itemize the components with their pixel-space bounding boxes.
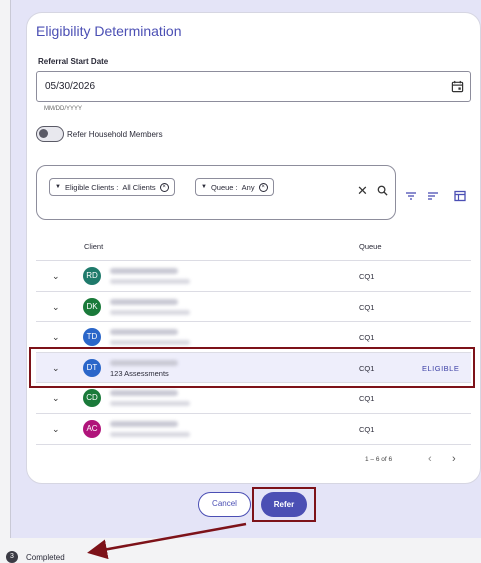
step-number-badge: 3 [6,551,18,563]
status-text: Completed [26,553,65,562]
pointer-arrow-icon [87,522,247,560]
